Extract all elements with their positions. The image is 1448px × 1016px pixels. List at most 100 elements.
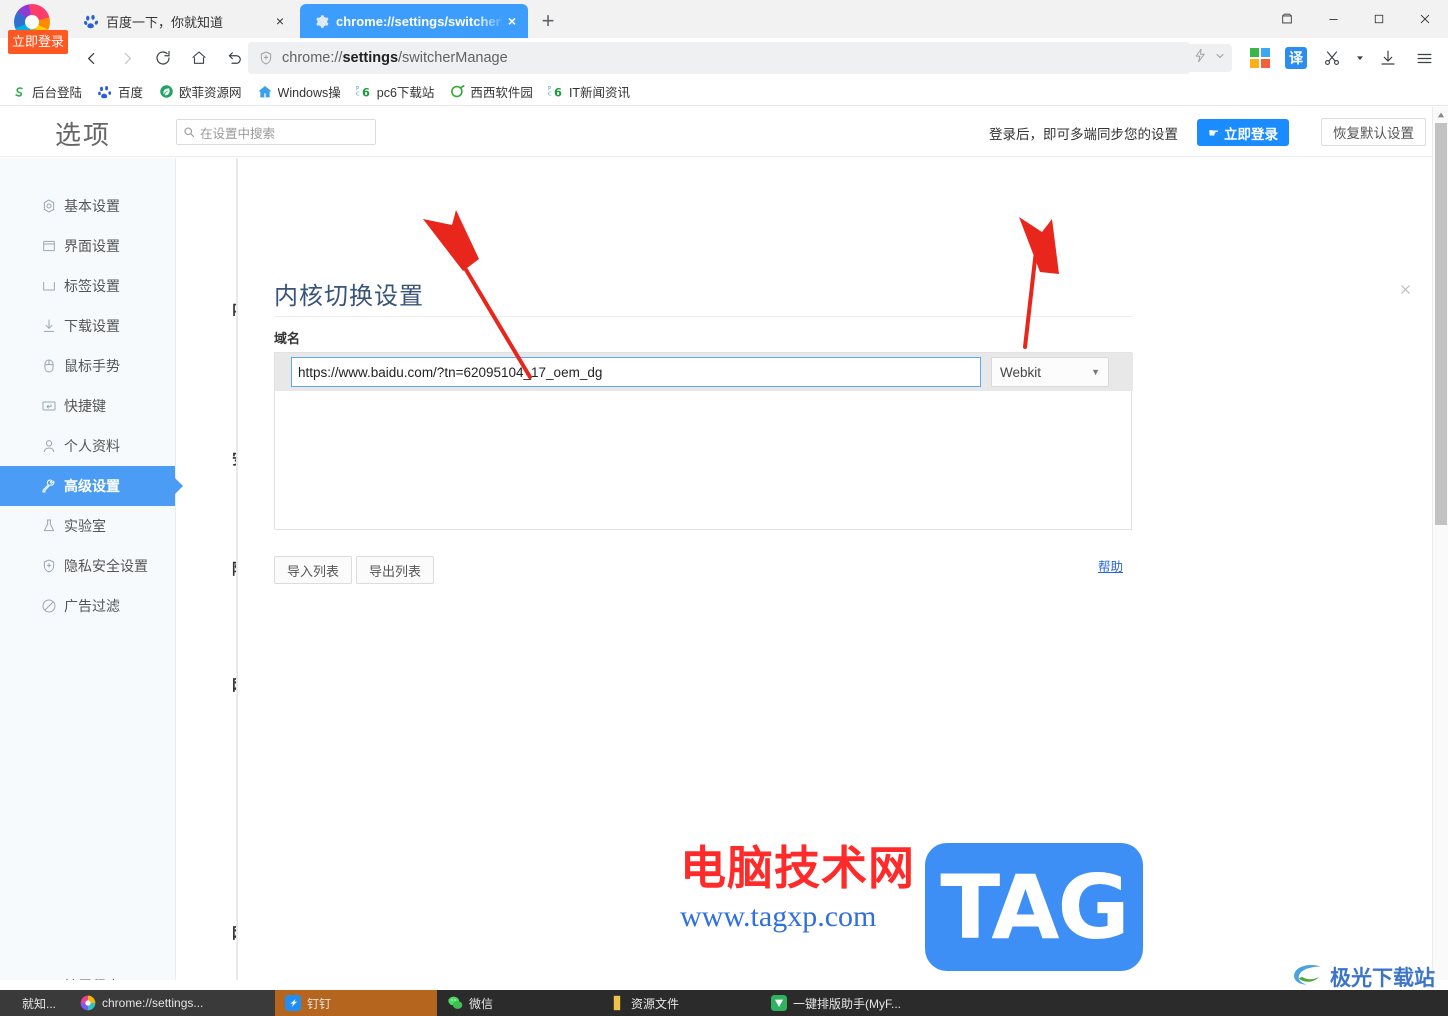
page-scrollbar[interactable] xyxy=(1432,107,1448,980)
translate-button[interactable]: 译 xyxy=(1281,43,1311,73)
aurora-logo-icon xyxy=(1292,963,1326,992)
window-icon xyxy=(40,237,58,255)
sidebar-item-label: 界面设置 xyxy=(64,238,120,254)
settings-sidebar: 基本设置 界面设置 标签设置 下载设置 鼠标手势 快捷键 个人资料 高级设置 实… xyxy=(0,158,183,980)
sidebar-item-advanced[interactable]: 高级设置 xyxy=(0,466,183,506)
bookmark-item[interactable]: PC6 IT新闻资讯 xyxy=(547,82,630,101)
toolbar-actions: 译 xyxy=(1187,40,1442,76)
login-badge[interactable]: 立即登录 xyxy=(8,30,69,54)
engine-select-value: Webkit xyxy=(1000,364,1042,380)
sidebar-item-interface[interactable]: 界面设置 xyxy=(0,226,175,266)
system-tray[interactable] xyxy=(1440,990,1448,1016)
close-icon[interactable]: × xyxy=(270,11,290,31)
domain-input[interactable] xyxy=(291,357,981,387)
bookmark-item[interactable]: 欧菲资源网 xyxy=(157,82,242,101)
import-list-button[interactable]: 导入列表 xyxy=(274,556,353,584)
browser-logo[interactable]: 立即登录 xyxy=(8,2,69,58)
scissors-chevron-icon[interactable] xyxy=(1353,43,1367,73)
taskbar-item[interactable]: 就知... xyxy=(0,990,70,1016)
sidebar-item-profile[interactable]: 个人资料 xyxy=(0,426,175,466)
taskbar-item[interactable]: chrome://settings... xyxy=(70,990,275,1016)
browser-tab-baidu[interactable]: 百度一下，你就知道 × xyxy=(70,4,296,38)
back-button[interactable] xyxy=(76,43,106,73)
watermark-tag-logo: TAG xyxy=(925,843,1143,971)
taskbar-item[interactable]: 微信 xyxy=(437,990,599,1016)
sidebar-item-basic[interactable]: 基本设置 xyxy=(0,186,175,226)
taskbar-item[interactable]: 资源文件 xyxy=(599,990,761,1016)
watermark-title: 电脑技术网 xyxy=(680,841,915,895)
bookmark-item[interactable]: Windows操 xyxy=(256,82,341,101)
bookmark-item[interactable]: 百度 xyxy=(96,82,143,101)
taskbar-label: 资源文件 xyxy=(631,996,680,1011)
sidebar-item-label: 高级设置 xyxy=(64,478,120,494)
login-button[interactable]: ☛ 立即登录 xyxy=(1197,119,1289,146)
new-tab-button[interactable]: + xyxy=(534,8,562,34)
sidebar-item-label: 扩展程序 xyxy=(64,976,120,980)
reload-button[interactable] xyxy=(148,43,178,73)
maximize-icon[interactable] xyxy=(1356,0,1402,38)
windows-home-icon xyxy=(256,83,274,101)
restore-down-icon[interactable] xyxy=(1264,0,1310,38)
settings-page: 选项 在设置中搜索 登录后，即可多端同步您的设置 ☛ 立即登录 恢复默认设置 内… xyxy=(0,107,1448,980)
microsoft-squares-icon[interactable] xyxy=(1245,43,1275,73)
engine-select[interactable]: Webkit ▼ xyxy=(991,357,1109,387)
page-title: 选项 xyxy=(55,120,112,150)
dialog-title: 内核切换设置 xyxy=(274,283,424,310)
scissors-icon[interactable] xyxy=(1317,43,1347,73)
home-button[interactable] xyxy=(184,43,214,73)
pointing-hand-icon: ☛ xyxy=(1208,125,1219,140)
reset-defaults-button[interactable]: 恢复默认设置 xyxy=(1321,118,1426,146)
help-link[interactable]: 帮助 xyxy=(1098,556,1123,575)
sidebar-item-downloads[interactable]: 下载设置 xyxy=(0,306,175,346)
scrollbar-thumb[interactable] xyxy=(1435,123,1447,525)
sidebar-item-label: 隐私安全设置 xyxy=(64,558,148,574)
taskbar-item[interactable]: 一键排版助手(MyF... xyxy=(761,990,961,1016)
sidebar-item-lab[interactable]: 实验室 xyxy=(0,506,175,546)
taskbar-item[interactable]: 钉钉 xyxy=(275,990,437,1016)
watermark-url: www.tagxp.com xyxy=(680,899,877,933)
bookmark-item[interactable]: PC6 pc6下载站 xyxy=(355,82,435,101)
scroll-up-arrow-icon[interactable] xyxy=(1433,107,1448,123)
baidu-paw-icon xyxy=(96,83,114,101)
hamburger-menu-icon[interactable] xyxy=(1409,43,1439,73)
sidebar-item-mouse-gestures[interactable]: 鼠标手势 xyxy=(0,346,175,386)
domain-rule-row: Webkit ▼ xyxy=(275,353,1133,391)
bookmark-label: 西西软件园 xyxy=(470,86,533,100)
block-circle-icon xyxy=(40,597,58,615)
sidebar-item-privacy[interactable]: 隐私安全设置 xyxy=(0,546,175,586)
settings-header: 选项 在设置中搜索 登录后，即可多端同步您的设置 ☛ 立即登录 恢复默认设置 xyxy=(0,107,1448,157)
sidebar-item-label: 标签设置 xyxy=(64,278,120,294)
browser-tab-settings[interactable]: chrome://settings/switcherM × xyxy=(300,4,528,38)
window-controls xyxy=(1264,0,1448,38)
sidebar-item-tabs[interactable]: 标签设置 xyxy=(0,266,175,306)
windows-taskbar: 就知... chrome://settings... 钉钉 微信 资源文件 一键… xyxy=(0,990,1448,1016)
wechat-icon xyxy=(447,995,463,1011)
login-hint: 登录后，即可多端同步您的设置 xyxy=(989,127,1178,142)
search-input[interactable]: 在设置中搜索 xyxy=(176,119,376,145)
download-icon[interactable] xyxy=(1373,43,1403,73)
close-icon[interactable]: × xyxy=(502,11,522,31)
flash-blocker-button[interactable] xyxy=(1187,44,1232,72)
sidebar-item-extensions[interactable]: 扩展程序 xyxy=(0,966,176,980)
address-bar[interactable]: chrome://settings/switcherManage xyxy=(248,42,1190,74)
translate-label: 译 xyxy=(1285,47,1307,69)
sidebar-item-adblock[interactable]: 广告过滤 xyxy=(0,586,175,626)
close-window-icon[interactable] xyxy=(1402,0,1448,38)
undo-close-tab-button[interactable] xyxy=(220,43,250,73)
sidebar-item-label: 个人资料 xyxy=(64,438,120,454)
forward-button[interactable] xyxy=(112,43,142,73)
bookmark-label: 后台登陆 xyxy=(32,86,83,100)
domain-list-panel: Webkit ▼ xyxy=(274,352,1133,530)
sidebar-item-label: 广告过滤 xyxy=(64,598,120,614)
bookmark-item[interactable]: 西西软件园 xyxy=(448,82,533,101)
export-list-button[interactable]: 导出列表 xyxy=(356,556,435,584)
sidebar-item-shortcuts[interactable]: 快捷键 xyxy=(0,386,175,426)
baidu-icon xyxy=(82,12,100,30)
bookmark-item[interactable]: 后台登陆 xyxy=(10,82,82,101)
minimize-icon[interactable] xyxy=(1310,0,1356,38)
g-circle-icon xyxy=(448,83,466,101)
close-icon[interactable] xyxy=(1394,278,1416,300)
bookmarks-bar: 后台登陆 百度 欧菲资源网 Windows操 P C 6 pc6下载站 西西软件… xyxy=(0,78,1448,106)
person-icon xyxy=(40,437,58,455)
keyboard-key-icon xyxy=(40,397,58,415)
